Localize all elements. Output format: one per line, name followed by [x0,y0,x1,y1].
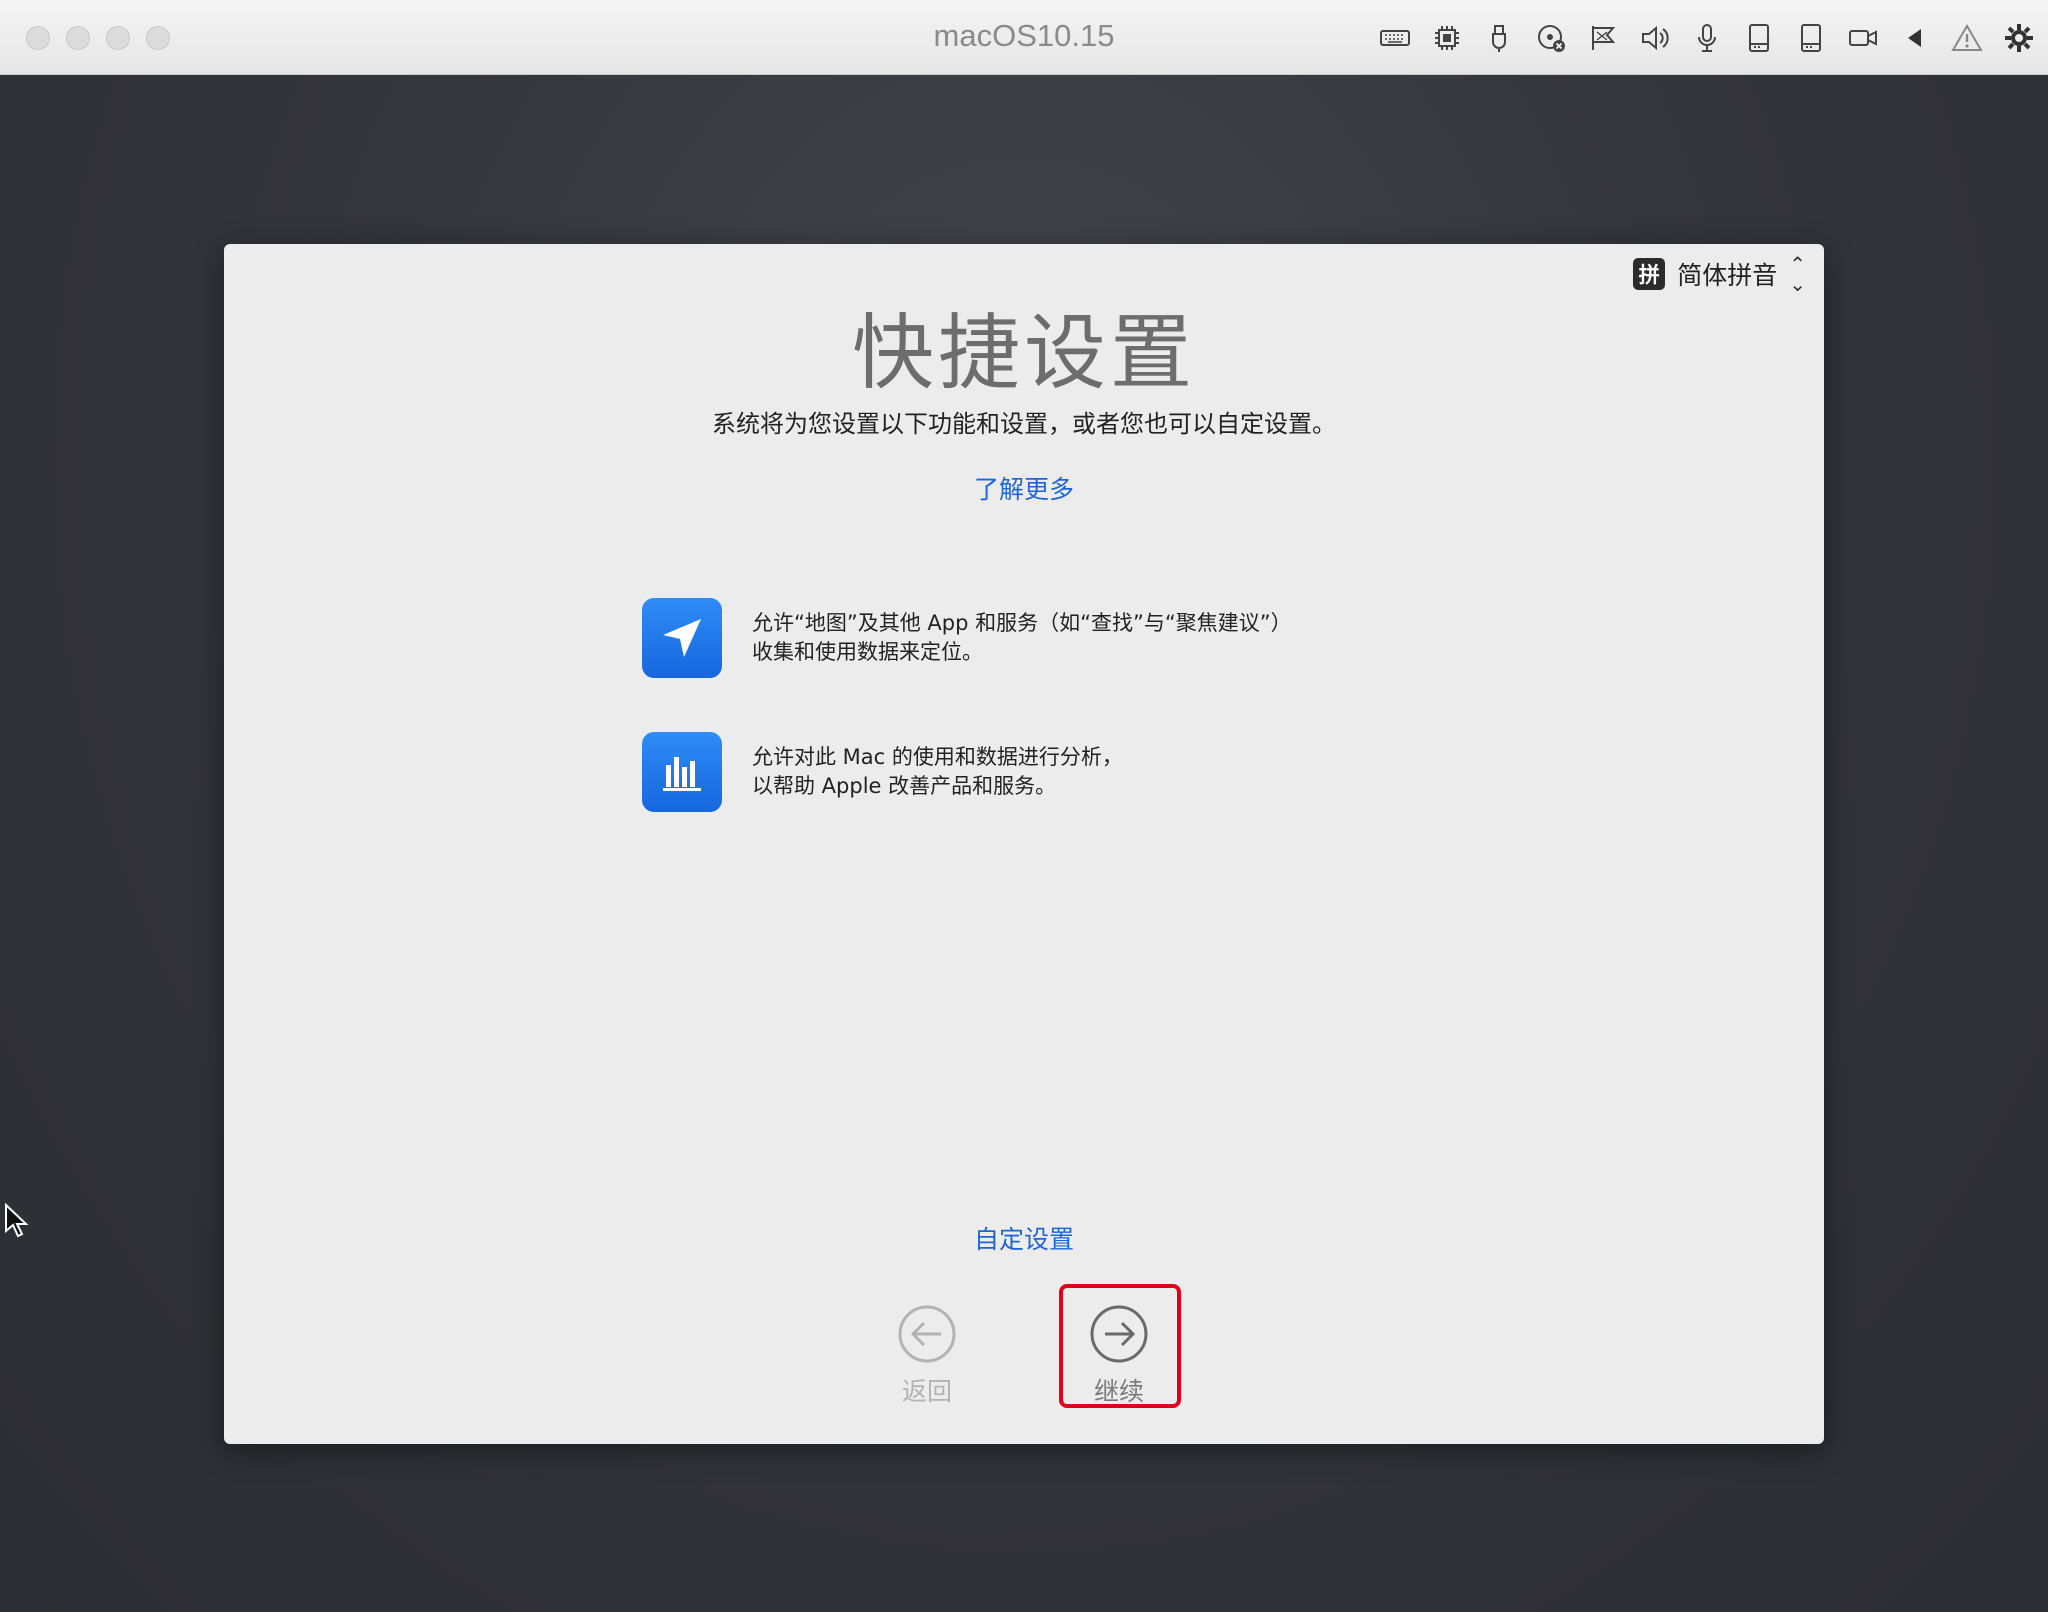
customize-settings-link[interactable]: 自定设置 [224,1220,1824,1256]
feature-analytics: 允许对此 Mac 的使用和数据进行分析， 以帮助 Apple 改善产品和服务。 [642,732,1123,812]
mouse-pointer-icon [5,1203,29,1238]
cpu-icon[interactable] [1430,21,1464,55]
hard-drive-2-icon[interactable] [1794,21,1828,55]
vm-device-toolbar [1378,18,2036,58]
gear-icon[interactable] [2002,21,2036,55]
setup-assistant-panel: 拼 简体拼音 ⌃ ⌄ 快捷设置 系统将为您设置以下功能和设置，或者您也可以自定设置… [224,244,1824,1444]
feature-analytics-text: 允许对此 Mac 的使用和数据进行分析， 以帮助 Apple 改善产品和服务。 [752,743,1123,801]
network-icon[interactable] [1586,21,1620,55]
analytics-chart-icon [642,732,722,812]
microphone-icon[interactable] [1690,21,1724,55]
keyboard-icon[interactable] [1378,21,1412,55]
back-button[interactable]: 返回 [867,1304,987,1408]
continue-highlight-box [1059,1284,1181,1408]
page-subtitle: 系统将为您设置以下功能和设置，或者您也可以自定设置。 [712,410,1336,438]
speaker-icon[interactable] [1638,21,1672,55]
feature-location-text: 允许“地图”及其他 App 和服务（如“查找”与“聚焦建议”） 收集和使用数据来… [752,609,1292,667]
back-triangle-icon[interactable] [1898,21,1932,55]
feature-location-line1: 允许“地图”及其他 App 和服务（如“查找”与“聚焦建议”） [752,611,1292,635]
location-arrow-icon [642,598,722,678]
page-title: 快捷设置 [851,306,1196,401]
arrow-left-circle-icon [898,1305,956,1363]
feature-analytics-line2: 以帮助 Apple 改善产品和服务。 [752,774,1057,798]
camera-icon[interactable] [1846,21,1880,55]
warning-icon[interactable] [1950,21,1984,55]
feature-location: 允许“地图”及其他 App 和服务（如“查找”与“聚焦建议”） 收集和使用数据来… [642,598,1292,678]
feature-analytics-line1: 允许对此 Mac 的使用和数据进行分析， [752,745,1123,769]
back-label: 返回 [901,1377,952,1406]
learn-more-link[interactable]: 了解更多 [224,470,1824,506]
host-title-bar: macOS10.15 [0,0,2048,75]
disc-icon[interactable] [1534,21,1568,55]
usb-icon[interactable] [1482,21,1516,55]
feature-location-line2: 收集和使用数据来定位。 [752,640,983,664]
hard-drive-icon[interactable] [1742,21,1776,55]
